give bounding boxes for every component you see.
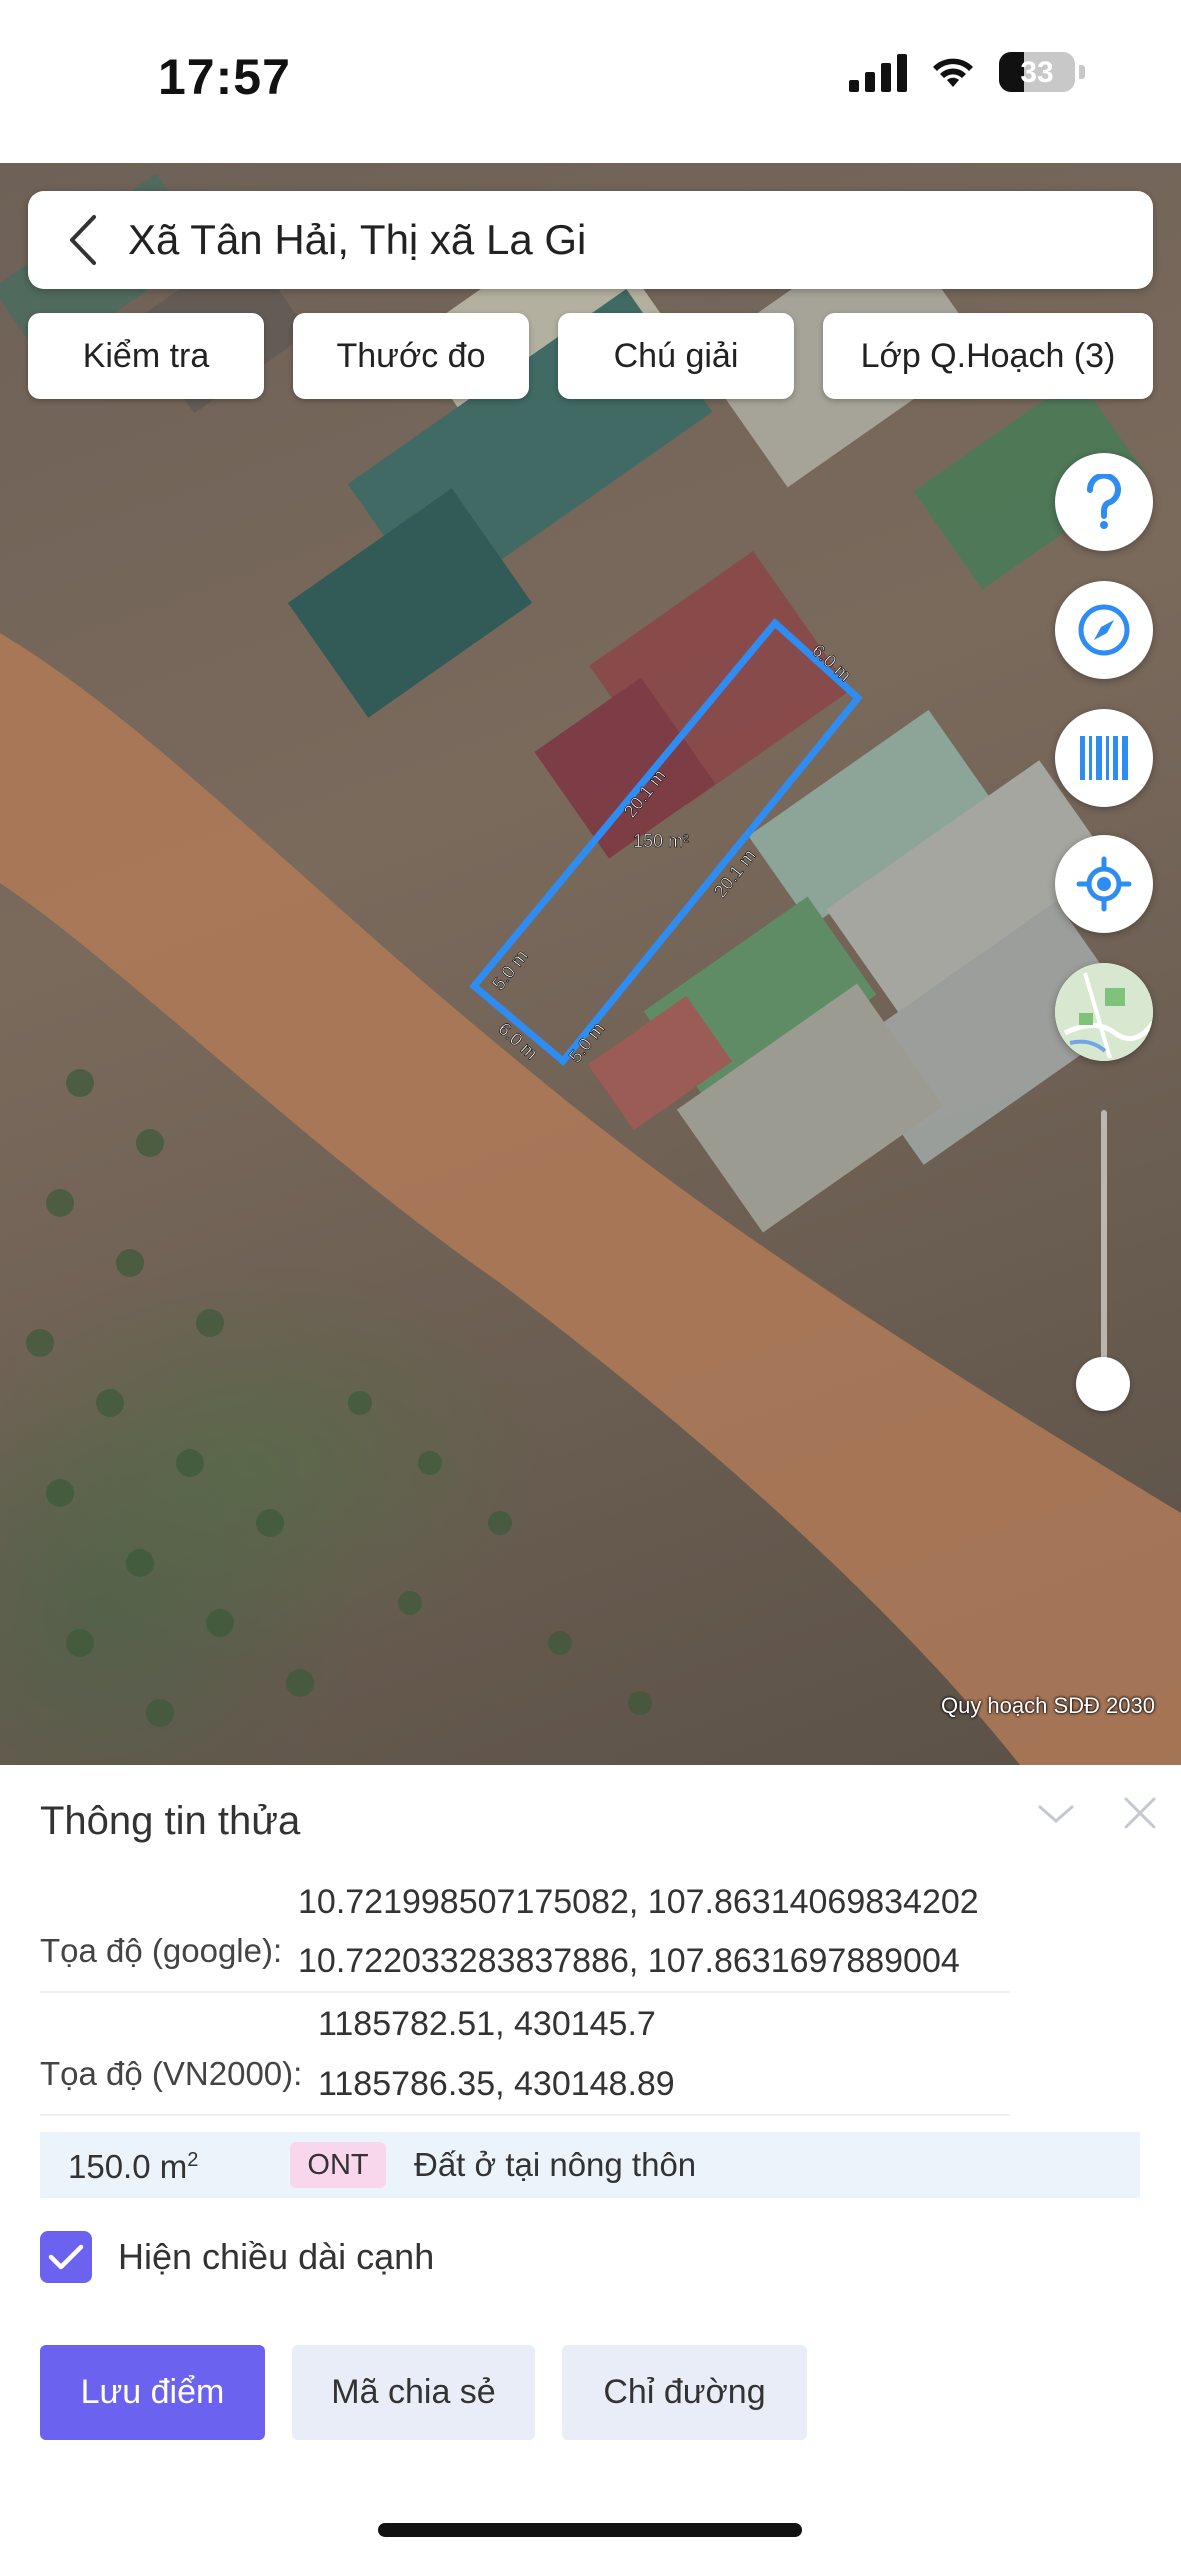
planning-layers-button[interactable]: Lớp Q.Hoạch (3) <box>823 313 1153 399</box>
divider <box>40 2114 1010 2116</box>
save-point-button[interactable]: Lưu điểm <box>40 2345 265 2440</box>
vn2000-coords-2: 1185786.35, 430148.89 <box>318 2065 675 2103</box>
vn2000-coords-label: Tọa độ (VN2000): <box>40 2055 303 2092</box>
help-button[interactable] <box>1055 453 1153 551</box>
share-code-button[interactable]: Mã chia sẻ <box>292 2345 535 2440</box>
locate-icon <box>1076 856 1132 912</box>
map-thumbnail-icon <box>1055 963 1153 1061</box>
cellular-signal-icon <box>849 52 907 92</box>
ruler-button[interactable]: Thước đo <box>293 313 529 399</box>
edge-label-left: 5.0 m <box>488 946 531 994</box>
battery-tip <box>1079 65 1085 79</box>
chevron-down-icon[interactable] <box>1036 1795 1076 1835</box>
status-bar: 17:57 33 <box>0 0 1181 163</box>
google-coords-2: 10.722033283837886, 107.8631697889004 <box>298 1942 960 1980</box>
back-arrow-icon[interactable] <box>48 191 118 289</box>
close-icon[interactable] <box>1120 1793 1160 1833</box>
parcel-area-value: 150.0 m <box>68 2148 188 2185</box>
question-icon <box>1086 474 1121 529</box>
google-coords-label: Tọa độ (google): <box>40 1932 283 1969</box>
land-use-code-badge: ONT <box>290 2142 386 2188</box>
zoom-slider-knob[interactable] <box>1076 1357 1130 1411</box>
google-coords-1: 10.721998507175082, 107.86314069834202 <box>298 1883 979 1921</box>
location-name: Xã Tân Hải, Thị xã La Gi <box>128 216 587 263</box>
parcel-area-label: 150 m² <box>633 831 689 851</box>
show-edge-length-label: Hiện chiều dài cạnh <box>118 2236 435 2277</box>
panel-title: Thông tin thửa <box>40 1799 301 1843</box>
parcel-area: 150.0 m2 <box>68 2148 198 2186</box>
land-use-name: Đất ở tại nông thôn <box>414 2146 697 2183</box>
map-imagery: 6.0 m 20.1 m 20.1 m 5.0 m 6.0 m 5.0 m 15… <box>0 173 1181 1765</box>
map-type-button[interactable] <box>1055 963 1153 1061</box>
wifi-icon <box>933 58 973 87</box>
status-icons: 33 <box>849 52 1085 92</box>
zoom-slider-track[interactable] <box>1101 1110 1107 1380</box>
barcode-icon <box>1080 736 1128 780</box>
show-edge-length-checkbox[interactable] <box>40 2231 92 2283</box>
map-credit: Quy hoạch SDĐ 2030 <box>940 1693 1155 1718</box>
compass-button[interactable] <box>1055 581 1153 679</box>
check-button[interactable]: Kiểm tra <box>28 313 264 399</box>
land-use-row: 150.0 m2 ONT Đất ở tại nông thôn <box>40 2132 1140 2198</box>
status-time: 17:57 <box>158 49 291 105</box>
battery-level: 33 <box>1020 56 1054 89</box>
satellite-map[interactable]: 6.0 m 20.1 m 20.1 m 5.0 m 6.0 m 5.0 m 15… <box>0 163 1181 1765</box>
divider <box>40 1991 1010 1993</box>
checkmark-icon <box>48 2244 84 2270</box>
battery-icon: 33 <box>999 52 1075 92</box>
parcel-info-panel: Thông tin thửa Tọa độ (google): 10.72199… <box>0 1765 1181 2560</box>
my-location-button[interactable] <box>1055 835 1153 933</box>
barcode-button[interactable] <box>1055 709 1153 807</box>
home-indicator <box>378 2523 802 2537</box>
vn2000-coords-1: 1185782.51, 430145.7 <box>318 2005 656 2043</box>
directions-button[interactable]: Chỉ đường <box>562 2345 807 2440</box>
show-edge-length-toggle[interactable]: Hiện chiều dài cạnh <box>40 2231 434 2283</box>
compass-icon <box>1078 604 1130 656</box>
location-search-bar[interactable]: Xã Tân Hải, Thị xã La Gi <box>28 191 1153 289</box>
area-unit-superscript: 2 <box>187 2149 199 2171</box>
legend-button[interactable]: Chú giải <box>558 313 794 399</box>
